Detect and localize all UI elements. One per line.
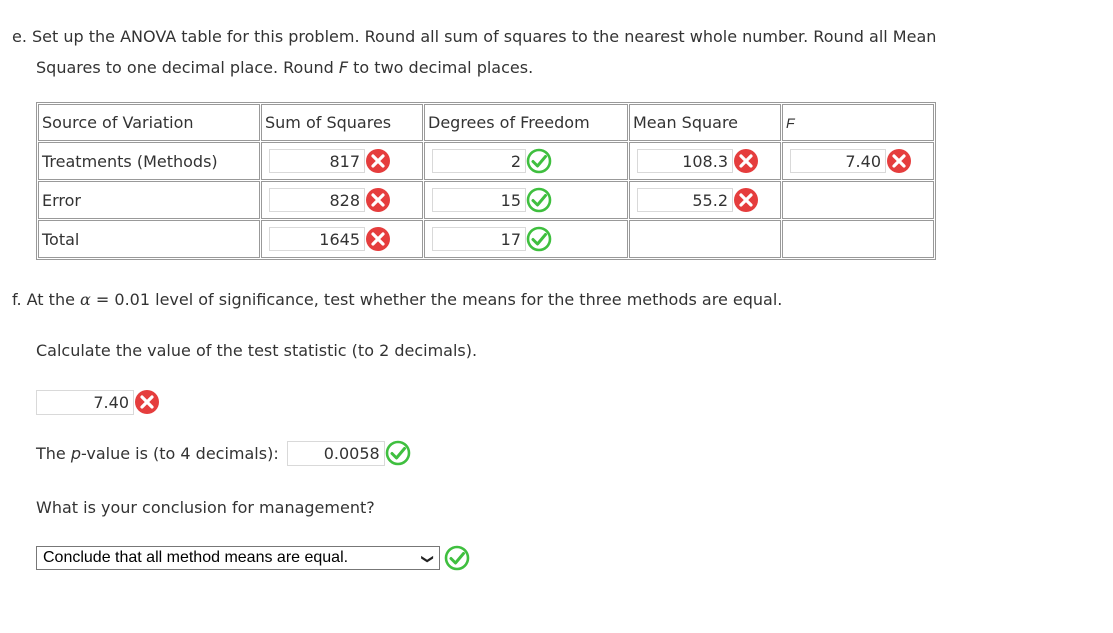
conclusion-select[interactable]: Conclude that all method means are equal…: [36, 546, 440, 570]
header-df: Degrees of Freedom: [424, 104, 628, 141]
conclusion-prompt: What is your conclusion for management?: [36, 498, 375, 517]
ss-input[interactable]: 1645: [269, 227, 365, 251]
part-e-line2: Squares to one decimal place. Round F to…: [36, 58, 534, 77]
conclusion-selected-value: Conclude that all method means are equal…: [43, 549, 349, 566]
ms-cell: 55.2: [629, 181, 781, 219]
df-cell: 2: [424, 142, 628, 180]
df-cell: 17: [424, 220, 628, 258]
ms-input[interactable]: 108.3: [637, 149, 733, 173]
part-e-question: e. Set up the ANOVA table for this probl…: [12, 21, 936, 83]
x-circle-icon: [365, 148, 391, 174]
ss-cell: 817: [261, 142, 423, 180]
table-row: Total 1645 17: [38, 220, 934, 258]
check-circle-icon: [526, 187, 552, 213]
test-statistic-row: 7.40: [36, 389, 160, 415]
row-label: Error: [38, 181, 260, 219]
df-cell: 15: [424, 181, 628, 219]
f-cell: 7.40: [782, 142, 934, 180]
ss-input[interactable]: 817: [269, 149, 365, 173]
x-circle-icon: [365, 187, 391, 213]
table-header-row: Source of Variation Sum of Squares Degre…: [38, 104, 934, 141]
check-circle-icon: [526, 148, 552, 174]
ss-cell: 1645: [261, 220, 423, 258]
table-row: Error 828 15 55.2: [38, 181, 934, 219]
ms-cell-empty: [629, 220, 781, 258]
ms-input[interactable]: 55.2: [637, 188, 733, 212]
pvalue-row: The p-value is (to 4 decimals): 0.0058: [36, 440, 411, 466]
df-input[interactable]: 2: [432, 149, 526, 173]
pvalue-input[interactable]: 0.0058: [286, 440, 385, 466]
anova-table: Source of Variation Sum of Squares Degre…: [36, 102, 936, 260]
ss-input[interactable]: 828: [269, 188, 365, 212]
header-f: F: [782, 104, 934, 141]
check-circle-icon: [526, 226, 552, 252]
ss-cell: 828: [261, 181, 423, 219]
x-circle-icon: [134, 389, 160, 415]
part-e-line1: e. Set up the ANOVA table for this probl…: [12, 27, 937, 46]
x-circle-icon: [733, 187, 759, 213]
pvalue-label: The p-value is (to 4 decimals):: [36, 443, 279, 463]
header-ms: Mean Square: [629, 104, 781, 141]
table-row: Treatments (Methods) 817 2 108.3 7.40: [38, 142, 934, 180]
df-input[interactable]: 17: [432, 227, 526, 251]
calc-prompt: Calculate the value of the test statisti…: [36, 341, 478, 360]
f-input[interactable]: 7.40: [790, 149, 886, 173]
header-source: Source of Variation: [38, 104, 260, 141]
x-circle-icon: [886, 148, 912, 174]
x-circle-icon: [733, 148, 759, 174]
check-circle-icon: [444, 545, 470, 571]
row-label: Treatments (Methods): [38, 142, 260, 180]
part-f-intro: f. At the α = 0.01 level of significance…: [12, 290, 783, 309]
row-label: Total: [38, 220, 260, 258]
test-statistic-input[interactable]: 7.40: [36, 389, 134, 415]
df-input[interactable]: 15: [432, 188, 526, 212]
header-ss: Sum of Squares: [261, 104, 423, 141]
ms-cell: 108.3: [629, 142, 781, 180]
f-cell-empty: [782, 220, 934, 258]
check-circle-icon: [385, 440, 411, 466]
chevron-down-icon: ❯: [420, 553, 435, 565]
x-circle-icon: [365, 226, 391, 252]
f-cell-empty: [782, 181, 934, 219]
